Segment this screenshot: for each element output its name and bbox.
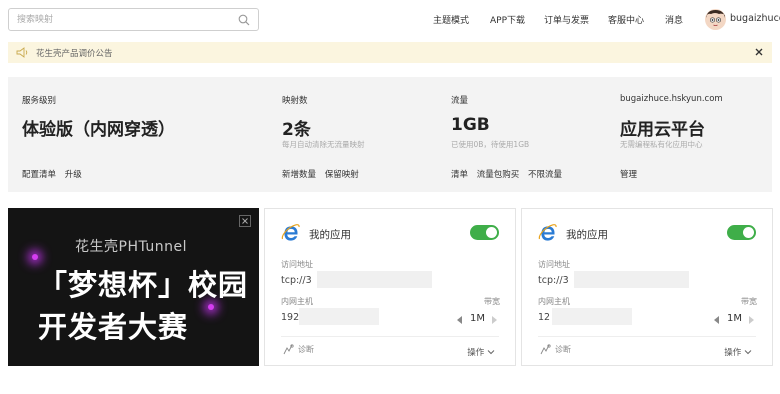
top-bar: 主题模式 APP下载 订单与发票 客服中心 消息 bugaizhuce	[0, 0, 780, 40]
banner-headline-2: 开发者大赛	[38, 310, 189, 344]
unlimited-traffic-link[interactable]: 不限流量	[528, 170, 562, 180]
access-address-label: 访问地址	[538, 260, 570, 269]
bandwidth-value: 1M	[727, 313, 742, 324]
ie-icon	[538, 224, 557, 241]
announcement-text[interactable]: 花生壳产品调价公告	[36, 47, 113, 59]
redaction-mask	[299, 308, 379, 325]
traffic-list-link[interactable]: 清单	[451, 170, 468, 180]
operations-dropdown[interactable]: 操作	[467, 346, 495, 358]
access-address-value[interactable]: tcp://3	[281, 275, 312, 286]
lan-host-label: 内网主机	[281, 297, 313, 306]
search-box[interactable]	[8, 8, 259, 31]
lan-host-value: 12	[538, 312, 551, 323]
diagnose-button[interactable]: 诊断	[540, 344, 571, 355]
speaker-icon	[16, 47, 28, 58]
app-toggle[interactable]	[470, 225, 499, 240]
domain-label[interactable]: bugaizhuce.hskyun.com	[620, 94, 723, 104]
nav-theme-mode[interactable]: 主题模式	[433, 13, 469, 26]
service-level-links: 配置清单 升级	[22, 168, 88, 180]
mappings-note: 每月自动清除无流量映射	[282, 140, 365, 149]
diagnose-label: 诊断	[555, 345, 571, 354]
bandwidth-increase-icon[interactable]	[749, 316, 754, 324]
config-list-link[interactable]: 配置清单	[22, 170, 56, 180]
bandwidth-decrease-icon[interactable]	[457, 316, 462, 324]
account-summary-panel: 服务级别 体验版（内网穿透） 配置清单 升级 映射数 2条 每月自动清除无流量映…	[8, 77, 772, 192]
keep-mapping-link[interactable]: 保留映射	[325, 170, 359, 180]
add-quantity-link[interactable]: 新增数量	[282, 170, 316, 180]
banner-glow	[208, 304, 214, 310]
service-level-label: 服务级别	[22, 96, 57, 106]
app-card: 我的应用 访问地址 tcp://3 内网主机 带宽 192 1M 诊断 操作	[264, 208, 516, 366]
search-input[interactable]	[9, 9, 229, 30]
buy-traffic-link[interactable]: 流量包购买	[477, 170, 520, 180]
mappings-value: 2条	[282, 120, 311, 140]
domain-links: 管理	[620, 168, 643, 180]
traffic-note: 已使用0B，待使用1GB	[451, 140, 530, 149]
operations-dropdown[interactable]: 操作	[724, 346, 752, 358]
card-divider	[538, 336, 756, 337]
search-icon[interactable]	[238, 14, 250, 26]
nav-orders-invoices[interactable]: 订单与发票	[544, 13, 589, 26]
app-card: 我的应用 访问地址 tcp://3 内网主机 带宽 12 1M 诊断 操作	[521, 208, 773, 366]
service-level-value: 体验版（内网穿透）	[22, 120, 175, 140]
chevron-down-icon	[487, 350, 495, 355]
bandwidth-label: 带宽	[741, 297, 757, 306]
redaction-mask	[552, 308, 632, 325]
ie-icon	[281, 224, 300, 241]
traffic-value: 1GB	[451, 115, 490, 135]
operations-label: 操作	[724, 348, 742, 358]
diagnose-label: 诊断	[298, 345, 314, 354]
manage-link[interactable]: 管理	[620, 170, 637, 180]
access-address-value[interactable]: tcp://3	[538, 275, 569, 286]
nav-support-center[interactable]: 客服中心	[608, 13, 644, 26]
bandwidth-value: 1M	[470, 313, 485, 324]
nav-app-download[interactable]: APP下载	[490, 13, 525, 26]
diagnose-button[interactable]: 诊断	[283, 344, 314, 355]
bandwidth-increase-icon[interactable]	[492, 316, 497, 324]
operations-label: 操作	[467, 348, 485, 358]
app-title[interactable]: 我的应用	[309, 227, 351, 242]
close-icon	[242, 218, 248, 224]
access-address-label: 访问地址	[281, 260, 313, 269]
nav-messages[interactable]: 消息	[665, 13, 683, 26]
close-icon[interactable]	[753, 46, 765, 58]
mappings-label: 映射数	[282, 96, 308, 106]
bandwidth-label: 带宽	[484, 297, 500, 306]
domain-note: 无需编程私有化应用中心	[620, 140, 703, 149]
redaction-mask	[317, 271, 432, 288]
mappings-links: 新增数量 保留映射	[282, 168, 365, 180]
banner-headline-1: 「梦想杯」校园	[38, 268, 249, 302]
bandwidth-decrease-icon[interactable]	[714, 316, 719, 324]
traffic-label: 流量	[451, 96, 469, 106]
announcement-bar: 花生壳产品调价公告	[8, 42, 772, 63]
diagnose-icon	[283, 344, 294, 355]
lan-host-label: 内网主机	[538, 297, 570, 306]
promo-banner[interactable]: 花生壳PHTunnel 「梦想杯」校园 开发者大赛	[8, 208, 259, 366]
avatar[interactable]	[705, 9, 726, 30]
redaction-mask	[574, 271, 689, 288]
domain-value: 应用云平台	[620, 120, 705, 140]
upgrade-link[interactable]: 升级	[65, 170, 82, 180]
lan-host-value: 192	[281, 312, 300, 323]
diagnose-icon	[540, 344, 551, 355]
traffic-links: 清单 流量包购买 不限流量	[451, 168, 568, 180]
banner-title: 花生壳PHTunnel	[75, 239, 188, 255]
app-toggle[interactable]	[727, 225, 756, 240]
username[interactable]: bugaizhuce	[730, 13, 780, 24]
card-divider	[281, 336, 499, 337]
banner-glow	[32, 254, 38, 260]
chevron-down-icon	[744, 350, 752, 355]
banner-close-button[interactable]	[239, 215, 251, 227]
app-title[interactable]: 我的应用	[566, 227, 608, 242]
